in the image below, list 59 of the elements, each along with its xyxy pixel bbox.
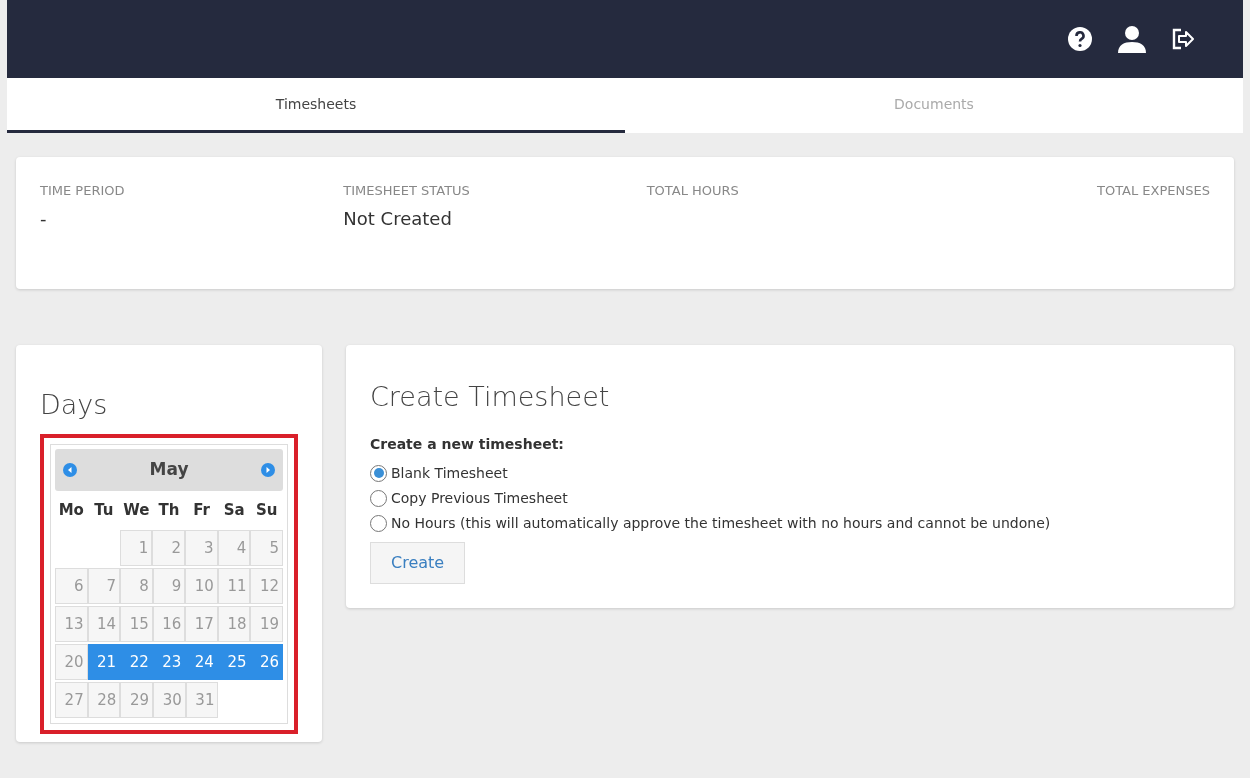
tab[interactable]: Documents	[625, 78, 1243, 133]
calendar-day[interactable]: 2	[152, 530, 185, 566]
option-label: Copy Previous Timesheet	[391, 488, 568, 508]
weekday-label: Fr	[192, 499, 211, 521]
calendar-day[interactable]: 27	[55, 682, 88, 718]
calendar-day[interactable]: 15	[120, 606, 153, 642]
calendar-day[interactable]: 28	[87, 682, 121, 718]
field-value: -	[40, 206, 48, 231]
card-title: Days	[40, 388, 109, 422]
weekday-label: Tu	[93, 499, 115, 521]
calendar-day[interactable]: 5	[250, 530, 283, 566]
calendar-day[interactable]: 29	[120, 682, 154, 718]
calendar-day[interactable]: 21	[87, 644, 121, 680]
weekday-label: Mo	[57, 499, 85, 521]
help-icon[interactable]	[1067, 26, 1093, 52]
option-label: No Hours (this will automatically approve the timesheet with no hours and cannot be undone)	[391, 513, 1051, 533]
calendar-day[interactable]: 12	[250, 568, 284, 604]
weekday-label: We	[122, 499, 151, 521]
calendar-day[interactable]: 30	[153, 682, 186, 718]
prev-month-icon[interactable]	[63, 462, 77, 477]
form-label: Create a new timesheet:	[370, 434, 565, 454]
logout-icon[interactable]	[1171, 27, 1195, 51]
calendar-day[interactable]: 14	[87, 606, 121, 642]
calendar-day[interactable]: 17	[185, 606, 218, 642]
field-label: TIME PERIOD	[40, 182, 126, 200]
calendar-day[interactable]: 1	[119, 530, 153, 566]
calendar-day[interactable]: 25	[217, 644, 251, 680]
field-label: TOTAL HOURS	[646, 182, 740, 200]
weekday-label: Su	[255, 499, 279, 521]
calendar-day[interactable]: 4	[217, 530, 251, 566]
calendar-day[interactable]: 9	[152, 568, 186, 604]
field-value: Not Created	[343, 206, 453, 231]
next-month-icon[interactable]	[261, 462, 275, 477]
tab[interactable]: Timesheets	[7, 78, 625, 133]
calendar-day[interactable]: 20	[55, 644, 88, 680]
calendar-day[interactable]: 7	[87, 568, 121, 604]
calendar-day[interactable]: 6	[55, 568, 88, 604]
calendar-day[interactable]: 24	[185, 644, 218, 680]
calendar-day[interactable]: 26	[250, 644, 284, 680]
weekday-label: Th	[157, 499, 181, 521]
month-label: May	[149, 457, 189, 481]
field-label: TOTAL EXPENSES	[1096, 182, 1210, 200]
user-icon[interactable]	[1117, 25, 1147, 53]
weekday-label: Sa	[222, 499, 246, 521]
calendar-day[interactable]: 31	[185, 682, 219, 718]
calendar-day[interactable]: 18	[217, 606, 251, 642]
calendar-day[interactable]: 11	[217, 568, 251, 604]
option-label: Blank Timesheet	[391, 463, 508, 483]
calendar-day[interactable]: 10	[185, 568, 218, 604]
calendar-day[interactable]: 8	[120, 568, 153, 604]
calendar-day[interactable]: 13	[55, 606, 88, 642]
field-label: TIMESHEET STATUS	[343, 182, 471, 200]
calendar-day[interactable]: 3	[184, 530, 218, 566]
calendar-day[interactable]: 22	[120, 644, 153, 680]
create-button[interactable]: Create	[370, 541, 466, 584]
calendar-day[interactable]: 23	[152, 644, 186, 680]
calendar-day[interactable]: 16	[152, 606, 186, 642]
calendar-day[interactable]: 19	[250, 606, 284, 642]
card-title: Create Timesheet	[370, 380, 611, 414]
